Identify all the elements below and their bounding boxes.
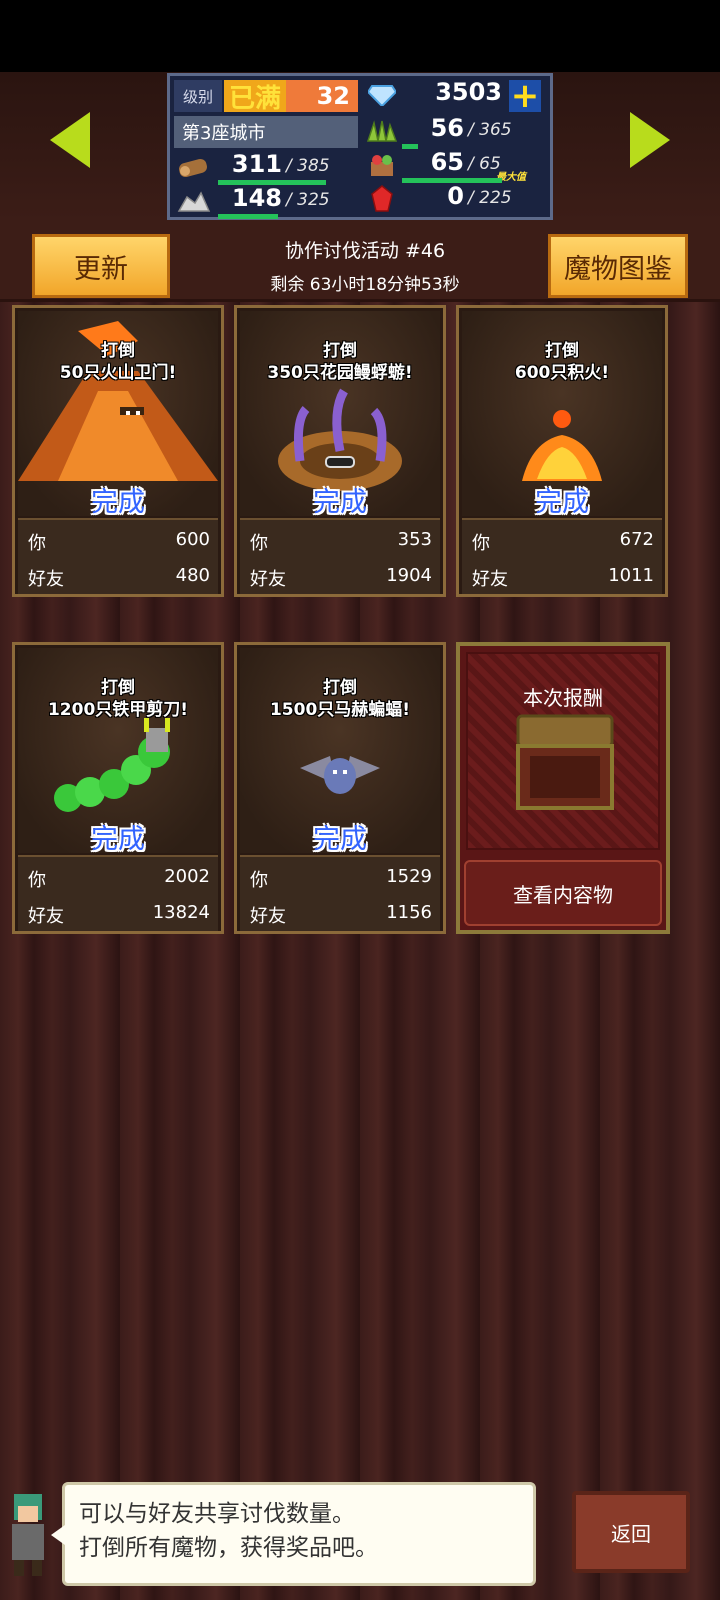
you-label: 你 <box>250 533 268 554</box>
task-stats: 你 672 好友 1011 <box>462 518 662 594</box>
grass-icon <box>362 116 402 146</box>
task-card-bat[interactable]: 打倒 1500只马赫蝙蝠! 完成 你 1529 好友 1156 <box>234 642 446 934</box>
stone-progress-bar <box>218 214 278 219</box>
task-card-caterpillar[interactable]: 打倒 1200只铁甲剪刀! 完成 你 2002 好友 13824 <box>12 642 224 934</box>
task-target: 1200只铁甲剪刀! <box>47 700 189 720</box>
status-panel: 级别 已满 32 第3座城市 3503 + 311 / 385 148 / 32… <box>167 73 553 220</box>
wood-value: 311 <box>231 150 282 178</box>
reward-title: 本次报酬 <box>523 686 603 710</box>
diamond-icon <box>362 80 402 110</box>
stone-max: / 325 <box>286 190 330 210</box>
task-stats: 你 2002 好友 13824 <box>18 855 218 931</box>
friend-label: 好友 <box>28 906 64 927</box>
task-complete-label: 完成 <box>91 824 145 855</box>
task-stats: 你 1529 好友 1156 <box>240 855 440 931</box>
task-target: 1500只马赫蝙蝠! <box>269 700 411 720</box>
event-remaining-time: 剩余 63小时18分钟53秒 <box>270 275 460 295</box>
you-count: 2002 <box>164 866 210 887</box>
city-name: 第3座城市 <box>174 116 358 148</box>
npc-guide-avatar <box>0 1484 56 1580</box>
task-card-garden-eel[interactable]: 打倒 350只花园鳗蜉蝣! 完成 你 353 好友 1904 <box>234 305 446 597</box>
you-label: 你 <box>28 870 46 891</box>
event-title: 协作讨伐活动 #46 <box>284 240 446 262</box>
ruby-max: / 225 <box>468 188 512 208</box>
reward-card: 本次报酬 查看内容物 <box>456 642 670 934</box>
next-city-arrow-icon[interactable] <box>630 112 670 168</box>
friend-count: 1904 <box>386 565 432 586</box>
ruby-gem-icon <box>362 184 402 214</box>
gem-count: 3503 <box>435 78 502 106</box>
resource-wood: 311 / 385 <box>174 150 358 185</box>
task-target: 50只火山卫门! <box>59 363 177 383</box>
prev-city-arrow-icon[interactable] <box>50 112 90 168</box>
bestiary-button[interactable]: 魔物图鉴 <box>548 234 688 298</box>
friend-label: 好友 <box>250 906 286 927</box>
resource-food: 65 / 65 最大值 <box>362 148 550 183</box>
resource-stone: 148 / 325 <box>174 184 358 219</box>
friend-label: 好友 <box>28 569 64 590</box>
hint-line-2: 打倒所有魔物，获得奖品吧。 <box>79 1535 378 1561</box>
task-card-fire-blob[interactable]: 打倒 600只积火! 完成 你 672 好友 1011 <box>456 305 668 597</box>
task-complete-label: 完成 <box>535 487 589 518</box>
ruby-value: 0 <box>447 182 464 210</box>
level-value: 32 <box>286 80 358 112</box>
view-contents-button[interactable]: 查看内容物 <box>464 860 662 926</box>
you-label: 你 <box>472 533 490 554</box>
stone-pile-icon <box>174 186 214 216</box>
friend-count: 1011 <box>608 565 654 586</box>
refresh-button[interactable]: 更新 <box>32 234 170 298</box>
you-count: 672 <box>619 529 654 550</box>
wood-max: / 385 <box>286 156 330 176</box>
you-count: 1529 <box>386 866 432 887</box>
level-max-badge: 已满 <box>224 80 286 114</box>
wood-log-icon <box>174 152 214 182</box>
reward-art: 本次报酬 <box>466 652 660 850</box>
friend-label: 好友 <box>250 569 286 590</box>
back-button[interactable]: 返回 <box>572 1491 690 1573</box>
hint-dialog: 可以与好友共享讨伐数量。 打倒所有魔物，获得奖品吧。 <box>51 1482 536 1586</box>
task-target: 600只积火! <box>514 363 610 383</box>
hint-line-1: 可以与好友共享讨伐数量。 <box>79 1501 355 1527</box>
system-status-bar <box>0 0 720 72</box>
task-complete-label: 完成 <box>91 487 145 518</box>
task-target: 350只花园鳗蜉蝣! <box>267 363 413 383</box>
task-card-volcano[interactable]: 打倒 50只火山卫门! 完成 你 600 好友 480 <box>12 305 224 597</box>
task-stats: 你 600 好友 480 <box>18 518 218 594</box>
you-count: 600 <box>175 529 210 550</box>
you-label: 你 <box>250 870 268 891</box>
friend-count: 480 <box>175 565 210 586</box>
task-complete-label: 完成 <box>313 487 367 518</box>
treasure-chest-icon <box>516 714 614 810</box>
friend-count: 13824 <box>152 902 210 923</box>
task-stats: 你 353 好友 1904 <box>240 518 440 594</box>
friend-label: 好友 <box>472 569 508 590</box>
you-label: 你 <box>28 533 46 554</box>
stone-value: 148 <box>231 184 282 212</box>
you-count: 353 <box>397 529 432 550</box>
add-gems-button[interactable]: + <box>509 79 541 113</box>
resource-grass: 56 / 365 <box>362 114 550 149</box>
friend-count: 1156 <box>386 902 432 923</box>
grass-value: 56 <box>430 114 464 142</box>
level-label: 级别 <box>174 80 222 112</box>
task-complete-label: 完成 <box>313 824 367 855</box>
food-value: 65 <box>430 148 464 176</box>
food-basket-icon <box>362 150 402 180</box>
resource-ruby: 0 / 225 <box>362 182 550 216</box>
gem-row: 3503 + <box>362 78 550 113</box>
grass-max: / 365 <box>468 120 512 140</box>
